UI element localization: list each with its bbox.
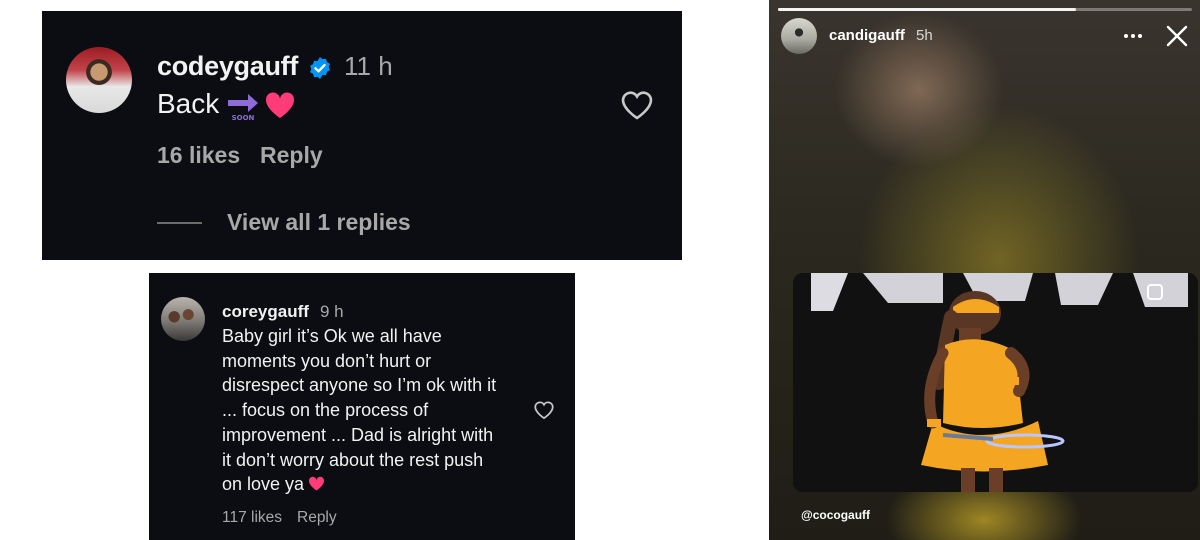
replies-divider bbox=[157, 222, 202, 224]
close-icon[interactable] bbox=[1165, 24, 1189, 48]
avatar[interactable] bbox=[66, 47, 132, 113]
comment-card-coreygauff: coreygauff 9 h Baby girl it’s Ok we all … bbox=[149, 273, 575, 540]
heart-icon bbox=[309, 477, 325, 491]
comment-time: 11 h bbox=[344, 51, 393, 81]
comment-time: 9 h bbox=[320, 302, 344, 321]
avatar[interactable] bbox=[161, 297, 205, 341]
comment-line: moments you don’t hurt or bbox=[222, 350, 432, 371]
heart-icon bbox=[265, 92, 295, 118]
avatar[interactable] bbox=[781, 18, 817, 54]
comment-line-last: on love ya bbox=[222, 472, 522, 497]
story-time: 5h bbox=[916, 27, 933, 44]
mention-sticker[interactable]: @cocogauff bbox=[801, 508, 870, 522]
comment-card-codeygauff: codeygauff 11 h Back SOON 16 likes Reply… bbox=[42, 11, 682, 260]
likes-count[interactable]: 117 likes bbox=[222, 509, 282, 527]
story-username[interactable]: candigauff bbox=[829, 27, 905, 44]
like-heart-icon[interactable] bbox=[620, 89, 654, 121]
shared-post-photo[interactable] bbox=[793, 273, 1198, 492]
story-progress-bar bbox=[778, 8, 1076, 11]
soon-arrow-icon: SOON bbox=[228, 94, 258, 121]
comment-line: ... focus on the process of bbox=[222, 400, 429, 421]
comment-username[interactable]: coreygauff bbox=[222, 302, 309, 322]
svg-text:SOON: SOON bbox=[232, 114, 255, 121]
comment-line: Baby girl it’s Ok we all have bbox=[222, 326, 442, 346]
comment-line: it don’t worry about the rest push bbox=[222, 449, 484, 470]
reply-button[interactable]: Reply bbox=[260, 142, 323, 169]
story-viewer[interactable]: candigauff 5h @cocogauff bbox=[769, 0, 1200, 540]
tennis-player-image bbox=[793, 273, 1198, 492]
more-options-icon[interactable] bbox=[1123, 26, 1143, 46]
comment-username[interactable]: codeygauff bbox=[157, 51, 298, 82]
comment-text: Baby girl it’s Ok we all have moments yo… bbox=[222, 324, 522, 497]
view-replies-button[interactable]: View all 1 replies bbox=[227, 209, 411, 236]
likes-count[interactable]: 16 likes bbox=[157, 142, 240, 169]
comment-line: improvement ... Dad is alright with bbox=[222, 424, 494, 445]
reply-button[interactable]: Reply bbox=[297, 509, 337, 527]
verified-badge-icon bbox=[310, 57, 330, 79]
comment-text: Back bbox=[157, 88, 220, 119]
comment-line: disrespect anyone so I’m ok with it bbox=[222, 375, 497, 396]
comment-line: on love ya bbox=[222, 474, 305, 495]
like-heart-icon[interactable] bbox=[533, 400, 555, 420]
